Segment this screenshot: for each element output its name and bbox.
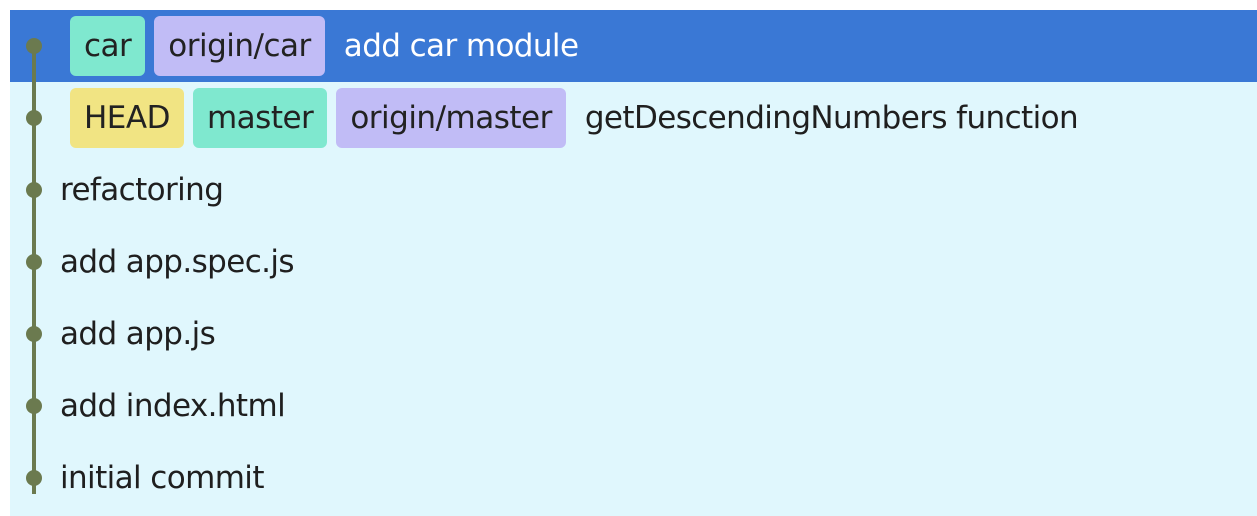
commit-row[interactable]: add app.spec.js (10, 226, 1257, 298)
commit-row[interactable]: add app.js (10, 298, 1257, 370)
commit-message: refactoring (60, 172, 224, 208)
commit-row[interactable]: add index.html (10, 370, 1257, 442)
commit-row[interactable]: car origin/car add car module (10, 10, 1257, 82)
commit-node-icon (26, 110, 42, 126)
remote-branch-tag-origin-master[interactable]: origin/master (336, 88, 566, 148)
commit-message: initial commit (60, 460, 264, 496)
commit-node-icon (26, 38, 42, 54)
commit-message: add car module (343, 28, 579, 64)
commit-message: add app.spec.js (60, 244, 295, 280)
commit-log: car origin/car add car module HEAD maste… (10, 10, 1257, 516)
commit-row[interactable]: initial commit (10, 442, 1257, 514)
head-tag[interactable]: HEAD (70, 88, 184, 148)
branch-tag-car[interactable]: car (70, 16, 146, 76)
commit-node-icon (26, 398, 42, 414)
commit-message: add app.js (60, 316, 216, 352)
commit-node-icon (26, 254, 42, 270)
commit-message: getDescendingNumbers function (584, 100, 1079, 136)
remote-branch-tag-origin-car[interactable]: origin/car (154, 16, 325, 76)
commit-node-icon (26, 470, 42, 486)
commit-row[interactable]: HEAD master origin/master getDescendingN… (10, 82, 1257, 154)
commit-node-icon (26, 326, 42, 342)
commit-row[interactable]: refactoring (10, 154, 1257, 226)
commit-node-icon (26, 182, 42, 198)
commit-message: add index.html (60, 388, 286, 424)
branch-tag-master[interactable]: master (192, 88, 328, 148)
